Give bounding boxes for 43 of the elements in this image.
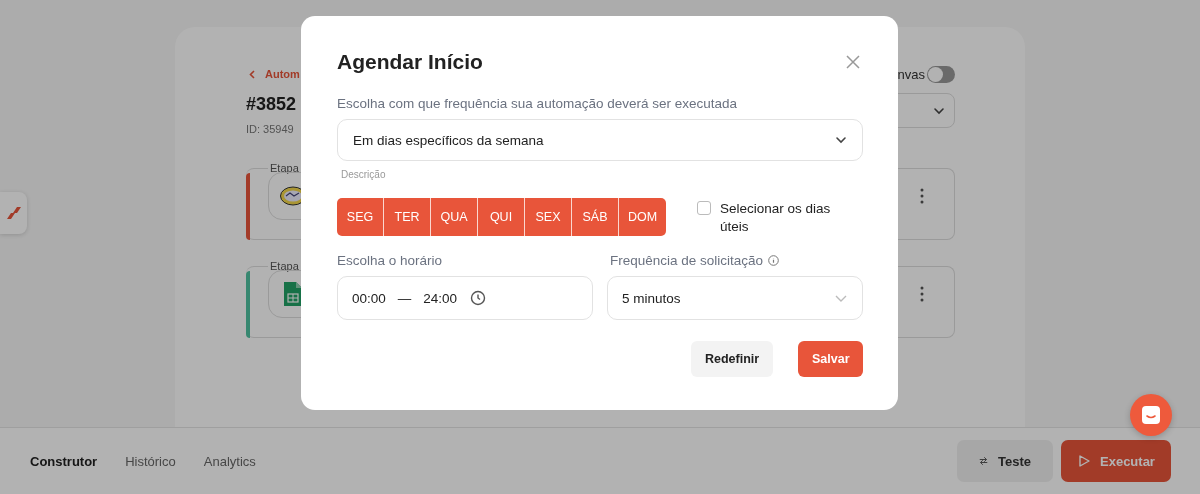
day-toggle[interactable]: DOM <box>619 198 666 236</box>
chat-button[interactable] <box>1130 394 1172 436</box>
test-button[interactable]: Teste <box>957 440 1053 482</box>
swap-icon <box>979 455 988 467</box>
frequency-select[interactable]: Em dias específicos da semana <box>337 119 863 161</box>
day-toggle[interactable]: TER <box>384 198 431 236</box>
toggle-label: nvas <box>897 66 925 82</box>
clock-icon <box>470 290 487 306</box>
checkbox-label: Selecionar os dias úteis <box>720 200 832 236</box>
info-icon <box>768 255 780 266</box>
logo-icon <box>6 207 21 219</box>
stage-label: Etapa <box>269 260 300 272</box>
stage-label: Etapa <box>269 162 300 174</box>
back-link[interactable]: Autom <box>246 67 300 81</box>
side-tab[interactable] <box>0 192 27 234</box>
chat-icon <box>1141 405 1161 425</box>
field-label: Escolha o horário <box>337 253 444 268</box>
checkbox[interactable] <box>697 201 711 215</box>
tab[interactable]: Histórico <box>125 453 176 469</box>
chevron-left-icon <box>249 69 255 79</box>
play-icon <box>1078 455 1090 467</box>
day-toggle[interactable]: QUA <box>431 198 478 236</box>
automation-title: #3852 <box>246 94 298 115</box>
run-button[interactable]: Executar <box>1061 440 1171 482</box>
save-button[interactable]: Salvar <box>798 341 863 377</box>
close-icon[interactable] <box>846 55 860 69</box>
time-range-field[interactable]: 00:00 — 24:00 <box>337 276 593 320</box>
day-toggle[interactable]: SEG <box>337 198 384 236</box>
modal-title: Agendar Início <box>337 50 483 74</box>
day-toggle[interactable]: SÁB <box>572 198 619 236</box>
more-icon[interactable] <box>920 286 924 302</box>
field-label: Escolha com que frequência sua automação deverá ser executada <box>337 96 738 111</box>
tab[interactable]: Construtor <box>30 453 98 469</box>
more-icon[interactable] <box>920 188 924 204</box>
description-label: Descrição <box>341 169 387 180</box>
reset-button[interactable]: Redefinir <box>691 341 773 377</box>
day-toggle[interactable]: QUI <box>478 198 525 236</box>
toggle-switch[interactable] <box>927 65 955 83</box>
field-label: Frequência de solicitação <box>610 253 764 268</box>
request-frequency-select[interactable]: 5 minutos <box>607 276 863 320</box>
automation-id: ID: 35949 <box>246 123 295 135</box>
day-toggle[interactable]: SEX <box>525 198 572 236</box>
tab[interactable]: Analytics <box>203 453 256 469</box>
